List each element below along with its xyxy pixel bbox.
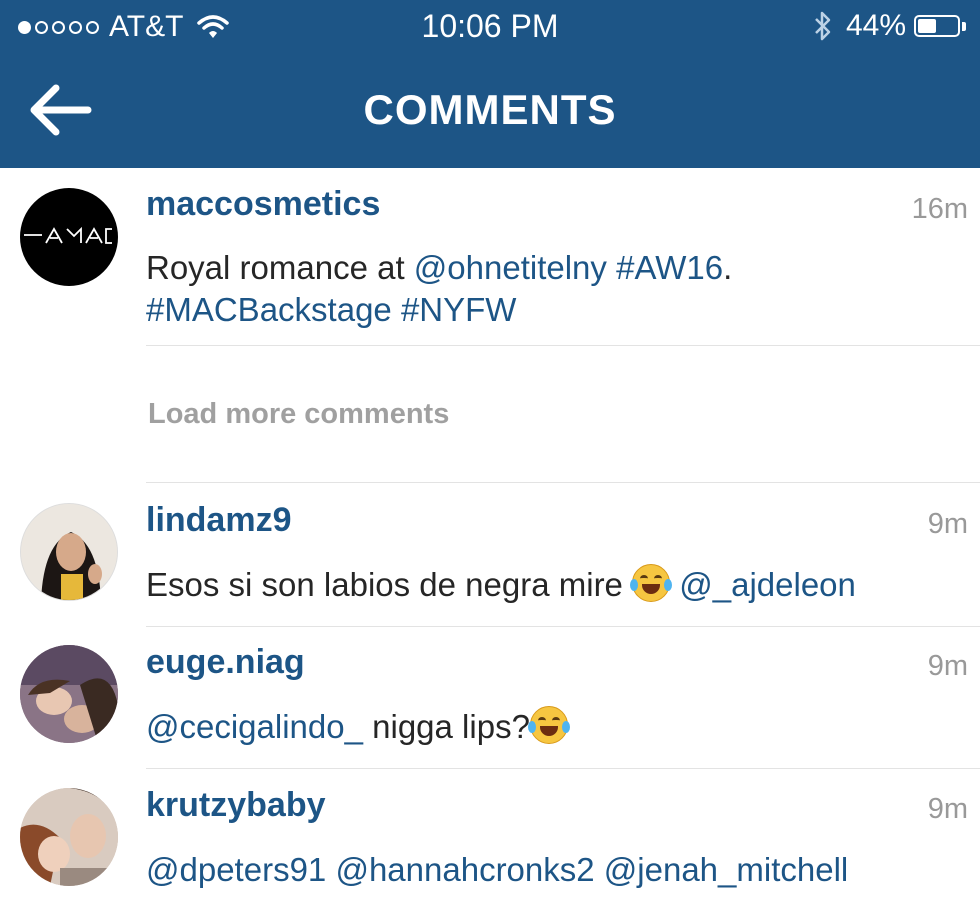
caption-username[interactable]: maccosmetics — [146, 185, 380, 224]
profile-photo-icon — [20, 788, 118, 886]
divider — [146, 626, 980, 627]
comment-time: 9m — [927, 508, 968, 540]
avatar-maccosmetics[interactable] — [20, 188, 118, 286]
comment-username[interactable]: lindamz9 — [146, 501, 291, 540]
comment-mention[interactable]: @cecigalindo_ — [146, 708, 363, 745]
battery-tip — [962, 21, 966, 31]
comment-username[interactable]: euge.niag — [146, 643, 305, 682]
comment-text-body: nigga lips? — [362, 708, 530, 745]
caption-mention[interactable]: @ohnetitelny — [414, 249, 607, 286]
caption-text: Royal romance at @ohnetitelny #AW16. #MA… — [146, 247, 960, 331]
load-more-comments-button[interactable]: Load more comments — [148, 398, 449, 431]
profile-photo-icon — [21, 504, 117, 600]
comment-text: @cecigalindo_ nigga lips? — [146, 706, 960, 748]
comment-mention[interactable]: @hannahcronks2 — [335, 851, 594, 888]
divider — [146, 482, 980, 483]
divider — [146, 768, 980, 769]
comment-time: 9m — [927, 793, 968, 825]
mac-logo-icon — [24, 226, 112, 244]
caption-text-prefix: Royal romance at — [146, 249, 414, 286]
comment-time: 9m — [927, 650, 968, 682]
divider — [146, 345, 980, 346]
comment-username[interactable]: krutzybaby — [146, 786, 326, 825]
battery-percent: 44% — [845, 9, 906, 42]
profile-photo-icon — [20, 645, 118, 743]
hashtag-macbackstage[interactable]: #MACBackstage — [146, 291, 392, 328]
comment-mention[interactable]: @_ajdeleon — [679, 566, 856, 603]
comment-mention[interactable]: @dpeters91 — [146, 851, 326, 888]
header-bar: AT&T 10:06 PM 44% COMMENTS — [0, 0, 980, 168]
avatar-krutzybaby[interactable] — [20, 788, 118, 886]
comment-text-body: Esos si son labios de negra mire — [146, 566, 623, 603]
comment-text: Esos si son labios de negra mire @_ajdel… — [146, 564, 960, 606]
comment-mention[interactable]: @jenah_mitchell — [604, 851, 848, 888]
status-right: 44% — [814, 9, 966, 43]
hashtag-nyfw[interactable]: #NYFW — [401, 291, 517, 328]
battery-icon — [914, 15, 960, 37]
face-with-tears-of-joy-icon — [630, 564, 673, 602]
page-title: COMMENTS — [363, 86, 617, 133]
hashtag-aw16[interactable]: #AW16 — [616, 249, 723, 286]
comment-text: @dpeters91 @hannahcronks2 @jenah_mitchel… — [146, 849, 960, 891]
bluetooth-icon — [815, 11, 831, 41]
caption-time: 16m — [911, 193, 968, 225]
caption-period: . — [723, 249, 733, 286]
avatar-lindamz9[interactable] — [20, 503, 118, 601]
face-with-tears-of-joy-icon — [527, 706, 570, 744]
avatar-euge-niag[interactable] — [20, 645, 118, 743]
status-bar: AT&T 10:06 PM 44% — [0, 0, 980, 56]
